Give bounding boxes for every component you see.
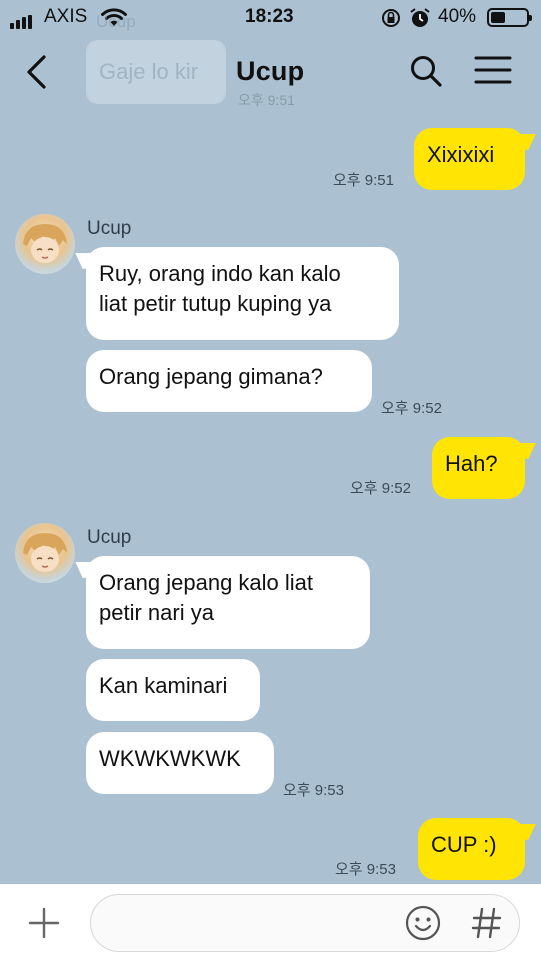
message-input[interactable] — [90, 894, 520, 952]
incoming-message-bubble[interactable]: WKWKWKWK — [86, 732, 274, 794]
contact-avatar[interactable] — [15, 214, 75, 274]
message-text: Kan kaminari — [99, 673, 228, 698]
alarm-icon — [410, 8, 430, 27]
clock: 18:23 — [245, 6, 294, 27]
avatar-image-icon — [23, 533, 67, 572]
message-text: CUP :) — [431, 832, 497, 857]
incoming-message-bubble[interactable]: Ruy, orang indo kan kalo liat petir tutu… — [86, 247, 399, 340]
battery-icon — [487, 8, 532, 27]
avatar-image-icon — [23, 224, 67, 263]
hashtag-icon[interactable] — [470, 905, 504, 941]
message-text: Xixixixi — [427, 142, 495, 167]
message-text: WKWKWKWK — [99, 746, 241, 771]
message-text: Orang jepang gimana? — [99, 364, 323, 389]
emoji-icon[interactable] — [404, 904, 442, 942]
rotation-lock-icon — [382, 9, 400, 27]
chat-title: Ucup — [236, 56, 305, 86]
battery-percent: 40% — [438, 6, 477, 27]
message-time: 오후 9:53 — [335, 861, 396, 878]
menu-icon[interactable] — [474, 55, 512, 85]
faded-time: 오후 9:51 — [238, 92, 295, 108]
search-icon[interactable] — [408, 53, 444, 89]
sender-name: Ucup — [87, 218, 132, 239]
faded-sender: Ucup — [96, 12, 136, 31]
carrier-label: AXIS — [44, 6, 88, 27]
signal-icon — [10, 11, 34, 29]
incoming-message-bubble[interactable]: Kan kaminari — [86, 659, 260, 721]
contact-avatar[interactable] — [15, 523, 75, 583]
incoming-message-bubble[interactable]: Orang jepang gimana? — [86, 350, 372, 412]
plus-icon[interactable] — [28, 907, 60, 939]
message-time: 오후 9:53 — [283, 782, 344, 799]
outgoing-message-bubble[interactable]: Hah? — [432, 437, 525, 499]
status-bar: AXIS 18:23 40% — [0, 0, 541, 36]
message-text-line: petir nari ya — [99, 600, 214, 625]
message-time: 오후 9:52 — [350, 480, 411, 497]
incoming-message-bubble[interactable]: Orang jepang kalo liat petir nari ya — [86, 556, 370, 649]
message-time: 오후 9:52 — [381, 400, 442, 417]
back-arrow-icon[interactable] — [24, 54, 50, 90]
message-text-line: Ruy, orang indo kan kalo — [99, 261, 341, 286]
faded-message-text: Gaje lo kir — [99, 59, 199, 84]
outgoing-message-bubble[interactable]: CUP :) — [418, 818, 525, 880]
message-text-line: liat petir tutup kuping ya — [99, 291, 332, 316]
message-time: 오후 9:51 — [333, 172, 394, 189]
message-text: Hah? — [445, 451, 498, 476]
outgoing-message-bubble[interactable]: Xixixixi — [414, 128, 525, 190]
message-text-line: Orang jepang kalo liat — [99, 570, 314, 595]
sender-name: Ucup — [87, 527, 132, 548]
